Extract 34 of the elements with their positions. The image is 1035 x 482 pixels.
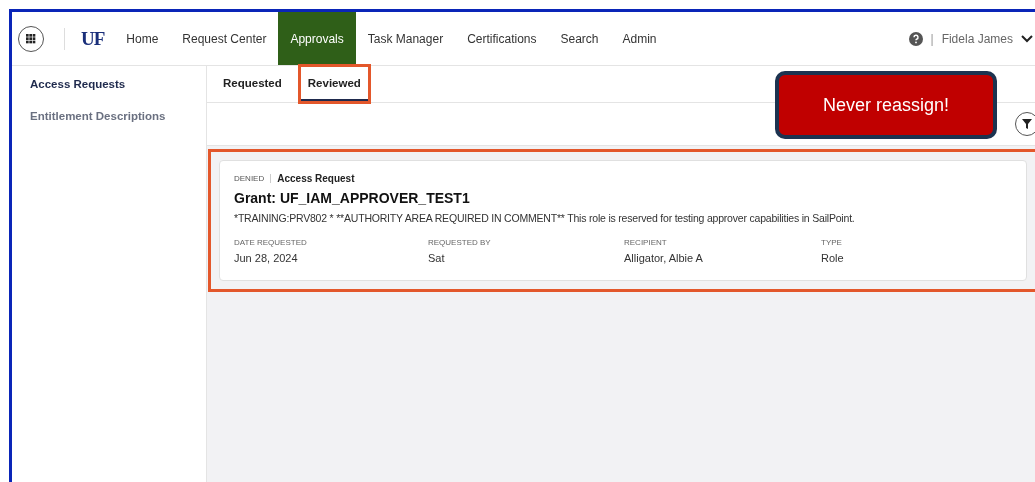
chevron-down-icon[interactable] bbox=[1021, 34, 1033, 43]
sidebar-item[interactable]: Access Requests bbox=[30, 78, 206, 90]
field-value: Role bbox=[821, 252, 845, 264]
nav-item[interactable]: Approvals bbox=[278, 12, 356, 65]
nav-item[interactable]: Search bbox=[548, 12, 611, 65]
tab[interactable]: Requested bbox=[215, 66, 290, 102]
request-description: *TRAINING:PRV802 * **AUTHORITY AREA REQUIRED IN COMMENT** This role is reserved for testing approver capabilities in SailPoint. bbox=[234, 212, 856, 224]
nav-item[interactable]: Certifications bbox=[455, 12, 549, 65]
user-name[interactable]: Fidela James bbox=[941, 31, 1013, 46]
field-label: DATE REQUESTED bbox=[234, 238, 308, 247]
request-card[interactable] bbox=[219, 160, 1027, 281]
field-label: TYPE bbox=[821, 238, 843, 247]
status-label: DENIED bbox=[234, 174, 272, 183]
callout: Never reassign! bbox=[775, 71, 997, 139]
nav-item[interactable]: Admin bbox=[610, 12, 669, 65]
nav-item[interactable]: Home bbox=[114, 12, 171, 65]
filter-button[interactable] bbox=[1015, 112, 1035, 136]
nav-item[interactable]: Task Manager bbox=[355, 12, 456, 65]
tab[interactable]: Reviewed bbox=[299, 66, 369, 102]
grid-icon bbox=[26, 33, 36, 44]
field-value: Jun 28, 2024 bbox=[234, 252, 299, 264]
request-kind: Access Request bbox=[277, 173, 355, 184]
nav-item[interactable]: Request Center bbox=[170, 12, 279, 65]
logo[interactable]: UF bbox=[64, 27, 105, 50]
filter-icon bbox=[1022, 119, 1032, 129]
field-label: RECIPIENT bbox=[624, 238, 668, 247]
field-value: Sat bbox=[428, 252, 446, 264]
separator: | bbox=[930, 31, 934, 46]
sidebar-item[interactable]: Entitlement Descriptions bbox=[30, 110, 206, 122]
field-value: Alligator, Albie A bbox=[624, 252, 704, 264]
field-label: REQUESTED BY bbox=[428, 238, 492, 247]
apps-menu-button[interactable] bbox=[18, 25, 44, 52]
request-title: Grant: UF_IAM_APPROVER_TEST1 bbox=[234, 190, 471, 206]
help-icon[interactable] bbox=[908, 31, 923, 46]
